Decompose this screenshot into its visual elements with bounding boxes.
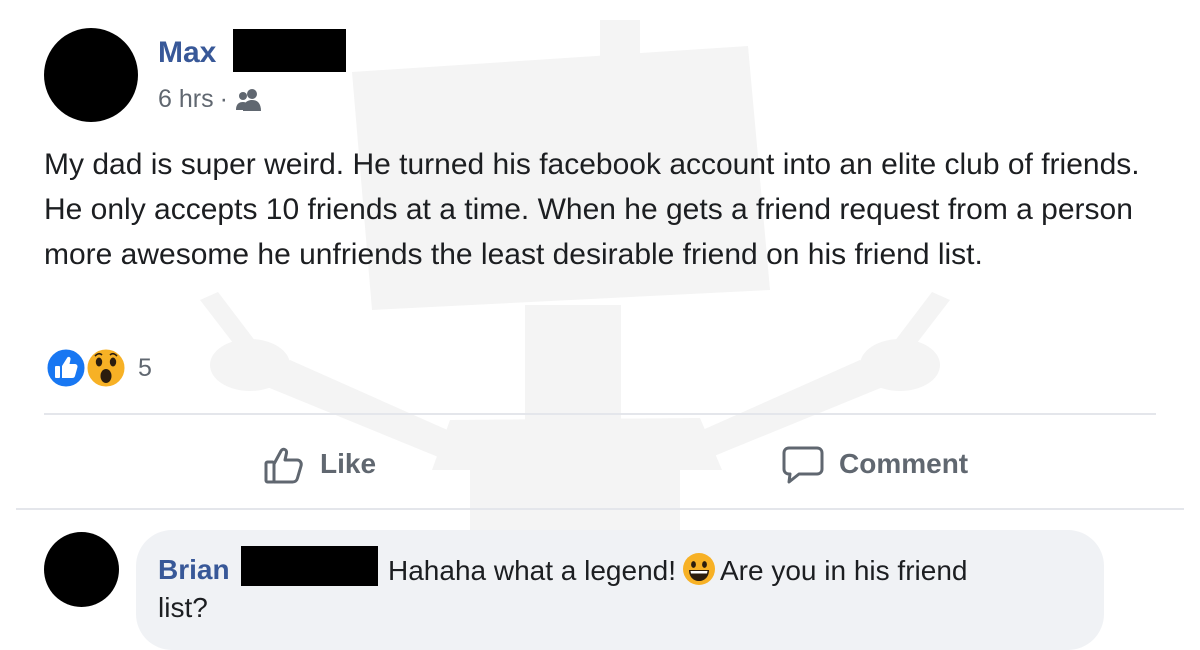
comment-button[interactable]: Comment xyxy=(781,438,968,490)
divider xyxy=(16,508,1184,510)
comment-author-name[interactable]: Brian xyxy=(158,552,230,588)
speech-bubble-icon xyxy=(782,446,824,484)
grinning-face-emoji xyxy=(683,553,715,585)
post-meta: 6 hrs · xyxy=(158,82,263,116)
friends-icon[interactable] xyxy=(235,86,263,112)
divider xyxy=(44,413,1156,415)
meta-separator: · xyxy=(219,84,228,113)
post-timestamp[interactable]: 6 hrs xyxy=(158,85,214,114)
reactions-summary[interactable]: 5 xyxy=(44,346,152,390)
avatar[interactable] xyxy=(44,28,138,122)
reaction-count: 5 xyxy=(138,353,152,382)
post-author-name[interactable]: Max xyxy=(158,34,216,72)
comment-label: Comment xyxy=(839,448,969,479)
like-reaction-icon xyxy=(44,346,88,390)
like-label: Like xyxy=(320,448,377,479)
redaction-bar xyxy=(233,29,346,72)
wow-reaction-icon xyxy=(84,346,128,390)
post-text: My dad is super weird. He turned his fac… xyxy=(44,148,1140,271)
comment-text-after-emoji: Are you in his friend xyxy=(720,555,968,586)
thumbs-up-icon xyxy=(264,447,303,484)
post-card: Max 6 hrs · My dad is super weird. He tu… xyxy=(0,0,1200,650)
redaction-bar xyxy=(241,546,378,586)
comment-text-continued: list? xyxy=(158,592,208,623)
comment-text-before-emoji: Hahaha what a legend! xyxy=(388,555,676,586)
comment-avatar[interactable] xyxy=(44,532,119,607)
like-button[interactable]: Like xyxy=(262,438,376,490)
comment-text: Hahaha what a legend! Are you in his fri… xyxy=(388,552,967,589)
